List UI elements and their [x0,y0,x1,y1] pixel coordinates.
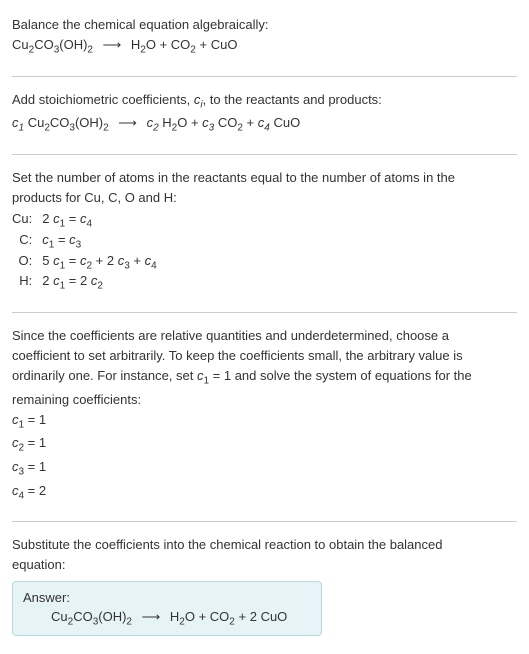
answer-label: Answer: [23,590,311,605]
divider [12,154,517,155]
coef-value: c3 = 1 [12,458,517,480]
stoich-equation: c1 Cu2CO3(OH)2 ⟶ c2 H2O + c3 CO2 + c4 Cu… [12,114,517,136]
unbalanced-equation: Cu2CO3(OH)2 ⟶ H2O + CO2 + CuO [12,36,517,58]
balanced-equation: Cu2CO3(OH)2 ⟶ H2O + CO2 + 2 CuO [23,609,311,628]
final-text-2: equation: [12,556,517,574]
element-label: O: [12,253,32,272]
element-equation: 2 c1 = c4 [42,211,156,230]
product-cuo: CuO [211,37,238,52]
coef-value: c4 = 2 [12,482,517,504]
stoich-section: Add stoichiometric coefficients, ci, to … [12,83,517,148]
arrow-icon: ⟶ [112,115,143,130]
solve-section: Since the coefficients are relative quan… [12,319,517,516]
reactant: Cu2CO3(OH)2 [51,609,132,624]
element-equation: c1 = c3 [42,232,156,251]
solve-text-1: Since the coefficients are relative quan… [12,327,517,345]
element-label: C: [12,232,32,251]
product-co2: CO2 [210,609,235,624]
final-text-1: Substitute the coefficients into the che… [12,536,517,554]
stoich-text: Add stoichiometric coefficients, ci, to … [12,91,517,113]
atoms-text-2: products for Cu, C, O and H: [12,189,517,207]
element-equation: 5 c1 = c2 + 2 c3 + c4 [42,253,156,272]
divider [12,521,517,522]
element-equation: 2 c1 = 2 c2 [42,273,156,292]
divider [12,76,517,77]
final-section: Substitute the coefficients into the che… [12,528,517,646]
element-label: H: [12,273,32,292]
solve-text-2: coefficient to set arbitrarily. To keep … [12,347,517,365]
coef-value: c2 = 1 [12,434,517,456]
product-h2o: H2O [162,115,187,130]
intro-section: Balance the chemical equation algebraica… [12,8,517,70]
coef-2: 2 [250,609,257,624]
product-co2: CO2 [171,37,196,52]
plus: + [199,37,210,52]
product-h2o: H2O [170,609,195,624]
coef-value: c1 = 1 [12,411,517,433]
product-co2: CO2 [218,115,243,130]
atom-equations: Cu: 2 c1 = c4 C: c1 = c3 O: 5 c1 = c2 + … [12,211,517,291]
atoms-text-1: Set the number of atoms in the reactants… [12,169,517,187]
product-cuo: CuO [273,115,300,130]
arrow-icon: ⟶ [97,37,128,52]
answer-box: Answer: Cu2CO3(OH)2 ⟶ H2O + CO2 + 2 CuO [12,581,322,637]
plus: + [160,37,171,52]
atoms-section: Set the number of atoms in the reactants… [12,161,517,306]
product-h2o: H2O [131,37,156,52]
reactant: Cu2CO3(OH)2 [28,115,109,130]
coefficient-var: ci [194,92,203,107]
solve-text-3: ordinarily one. For instance, set c1 = 1… [12,367,517,389]
arrow-icon: ⟶ [136,609,167,624]
product-cuo: CuO [261,609,288,624]
reactant: Cu2CO3(OH)2 [12,37,93,52]
solve-text-4: remaining coefficients: [12,391,517,409]
intro-text: Balance the chemical equation algebraica… [12,16,517,34]
divider [12,312,517,313]
element-label: Cu: [12,211,32,230]
